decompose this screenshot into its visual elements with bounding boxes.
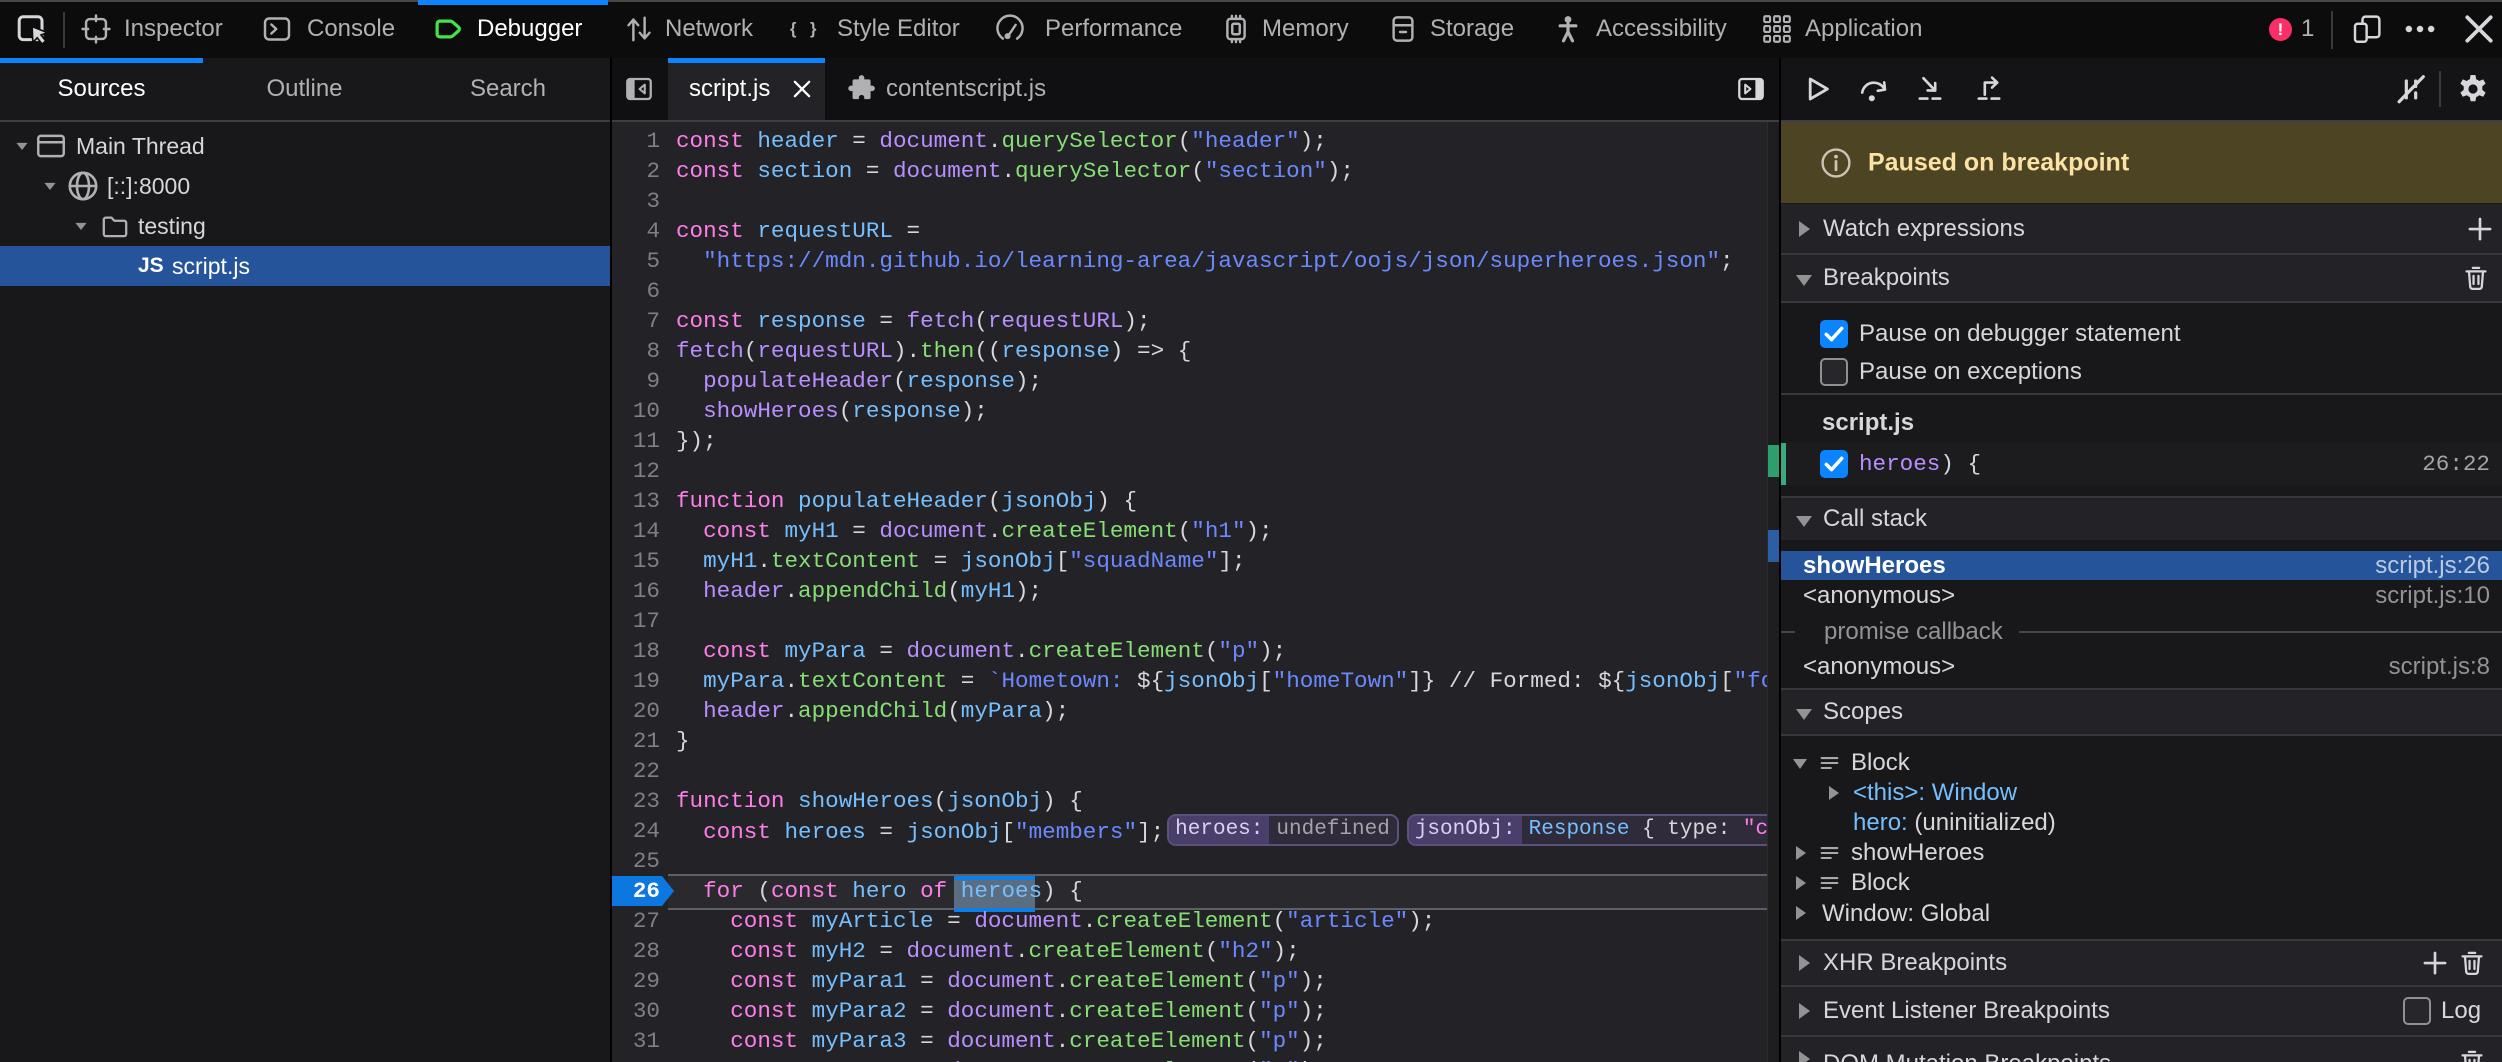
svg-text:{: { xyxy=(790,20,797,38)
svg-text:}: } xyxy=(810,20,817,38)
